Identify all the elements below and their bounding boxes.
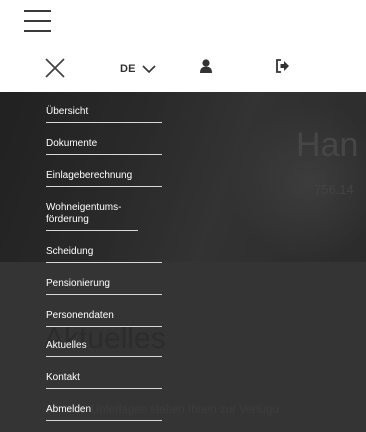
user-icon[interactable] bbox=[200, 59, 212, 78]
top-bar bbox=[0, 0, 366, 45]
nav-item-uebersicht[interactable]: Übersicht bbox=[46, 106, 162, 123]
close-icon[interactable] bbox=[44, 57, 66, 79]
hamburger-icon[interactable] bbox=[24, 10, 51, 32]
nav-item-aktuelles[interactable]: Aktuelles bbox=[46, 340, 162, 357]
nav-item-einlageberechnung[interactable]: Einlageberechnung bbox=[46, 170, 162, 187]
nav-item-wohneigentumsfoerderung[interactable]: Wohneigentums-förderung bbox=[46, 202, 138, 231]
nav-item-pensionierung[interactable]: Pensionierung bbox=[46, 278, 162, 295]
nav-item-personendaten[interactable]: Personendaten bbox=[46, 310, 162, 327]
nav-item-scheidung[interactable]: Scheidung bbox=[46, 246, 162, 263]
language-selector[interactable]: DE bbox=[120, 60, 156, 78]
chevron-down-icon bbox=[142, 64, 156, 73]
menu-bar: DE bbox=[0, 45, 366, 92]
language-label: DE bbox=[120, 63, 136, 75]
nav-item-abmelden[interactable]: Abmelden bbox=[46, 404, 162, 421]
logout-icon[interactable] bbox=[276, 59, 290, 78]
nav-item-kontakt[interactable]: Kontakt bbox=[46, 372, 162, 389]
nav-item-dokumente[interactable]: Dokumente bbox=[46, 138, 162, 155]
